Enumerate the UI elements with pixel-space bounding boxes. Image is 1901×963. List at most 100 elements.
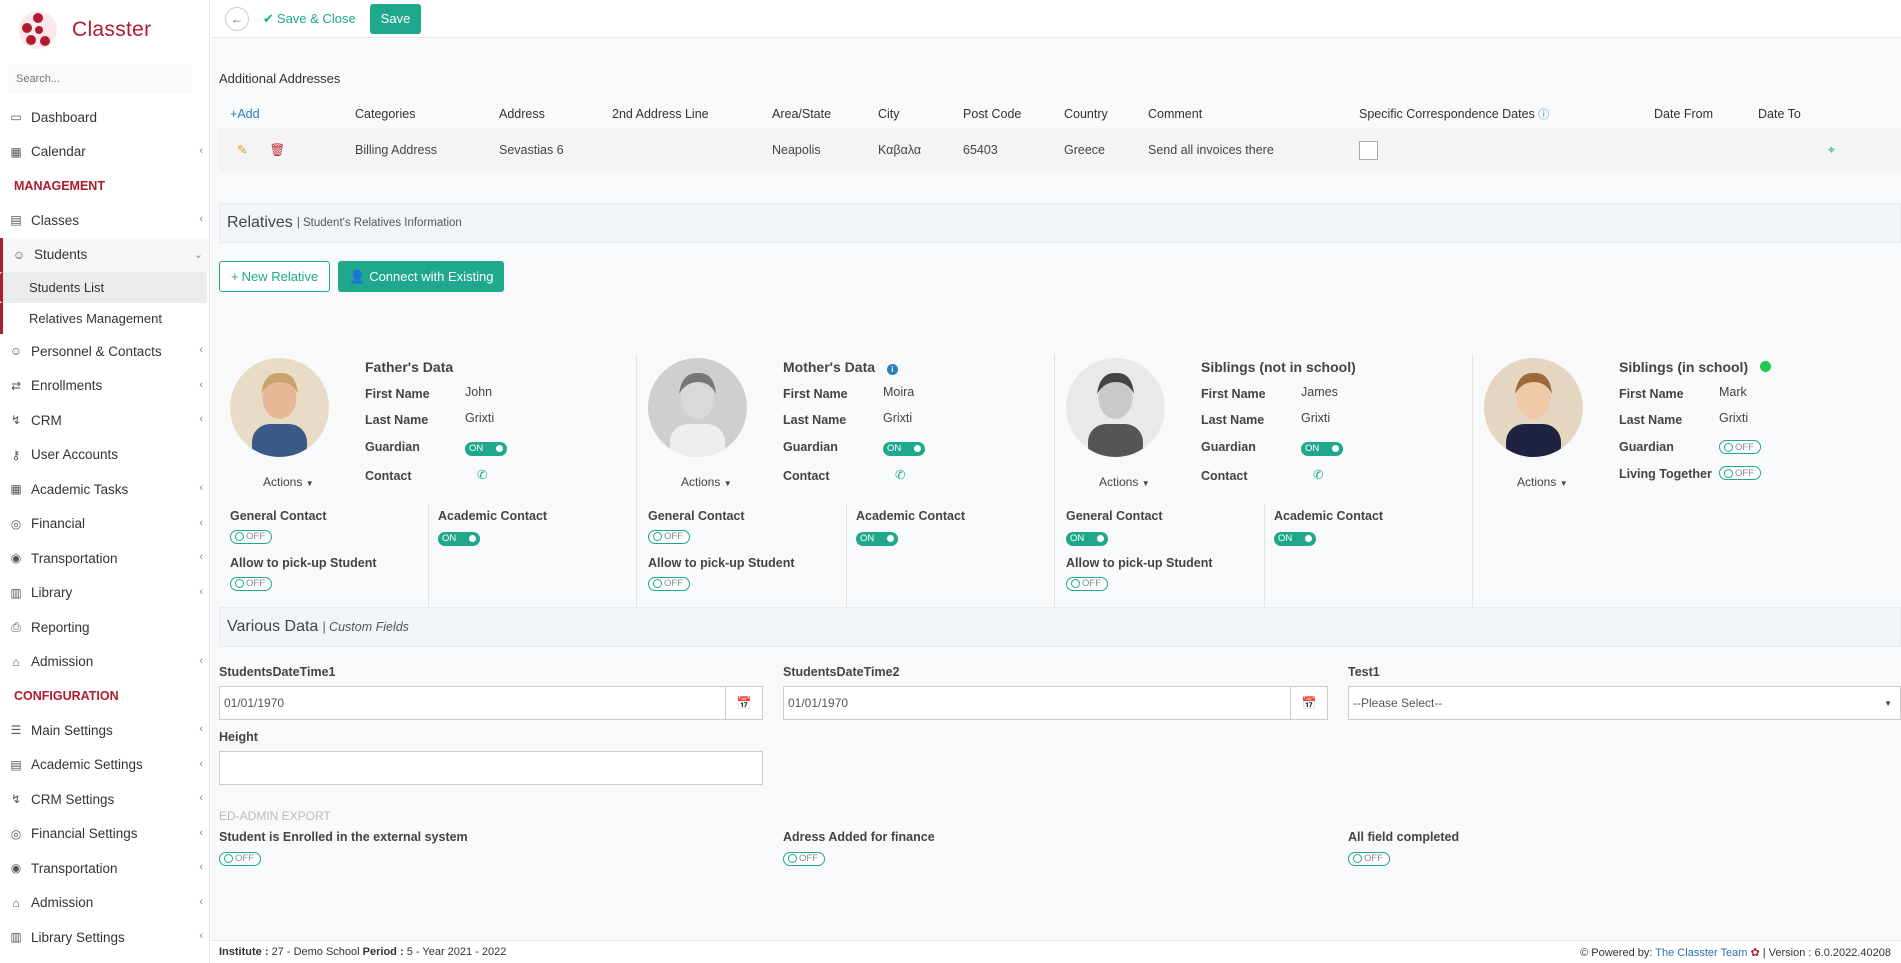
caret-down-icon: ▼ (1884, 699, 1892, 708)
sidebar-item-academic-tasks[interactable]: ▦ Academic Tasks ‹ (0, 472, 209, 507)
academic-contact-toggle[interactable]: ON (1274, 531, 1316, 546)
sidebar-item-financial[interactable]: ◎ Financial ‹ (0, 507, 209, 542)
sidebar-item-academic-settings[interactable]: ▤ Academic Settings ‹ (0, 748, 209, 783)
classter-team-link[interactable]: The Classter Team (1655, 947, 1747, 959)
pickup-toggle[interactable]: OFF (1066, 576, 1108, 591)
sidebar-item-user-accounts[interactable]: ⚷ User Accounts (0, 438, 209, 473)
academic-contact-toggle-wrap: ON (856, 529, 898, 546)
sidebar-item-calendar[interactable]: ▦ Calendar ‹ (0, 135, 209, 170)
living-together-toggle[interactable]: OFF (1719, 466, 1761, 480)
students-datetime2-input[interactable]: 01/01/1970 📅 (783, 686, 1328, 720)
table-row: ✎ 🗑 Billing Address Sevastias 6 Neapolis … (219, 128, 1901, 172)
actions-dropdown[interactable]: Actions ▼ (681, 475, 732, 489)
sidebar-item-transportation[interactable]: ◉ Transportation ‹ (0, 541, 209, 576)
sidebar-item-main-settings[interactable]: ☰ Main Settings ‹ (0, 713, 209, 748)
calendar-icon[interactable]: 📅 (1290, 687, 1327, 719)
height-input[interactable] (219, 751, 763, 785)
phone-icon[interactable]: ✆ (895, 467, 905, 482)
chevron-left-icon: ‹ (199, 344, 203, 356)
sidebar-item-crm[interactable]: ↯ CRM ‹ (0, 403, 209, 438)
sidebar-item-library[interactable]: ▥ Library ‹ (0, 576, 209, 611)
general-contact-label: General Contact (648, 509, 745, 523)
sidebar-item-transportation[interactable]: ◉ Transportation ‹ (0, 851, 209, 886)
general-contact-toggle[interactable]: ON (1066, 531, 1108, 546)
general-contact-toggle[interactable]: OFF (230, 529, 272, 544)
brand[interactable]: Classter (0, 0, 209, 60)
academic-contact-label: Academic Contact (856, 509, 966, 523)
general-contact-toggle[interactable]: OFF (648, 529, 690, 544)
save-button[interactable]: Save (369, 3, 422, 34)
sidebar-item-label: Library Settings (31, 929, 125, 945)
calendar-icon[interactable]: 📅 (725, 687, 762, 719)
academic-contact-toggle[interactable]: ON (856, 531, 898, 546)
col-header: Comment (1148, 107, 1203, 121)
sidebar-item-admission[interactable]: ⌂ Admission ‹ (0, 645, 209, 680)
connect-existing-button[interactable]: 👤 Connect with Existing (338, 261, 505, 292)
relative-avatar[interactable] (1484, 358, 1583, 457)
sidebar-item-label: Academic Tasks (31, 481, 129, 497)
chevron-left-icon: ‹ (199, 792, 203, 804)
add-address-button[interactable]: +Add (230, 107, 260, 121)
academic-contact-toggle[interactable]: ON (438, 531, 480, 546)
students-datetime1-input[interactable]: 01/01/1970 📅 (219, 686, 763, 720)
guardian-toggle[interactable]: ON (1301, 441, 1343, 456)
test1-select[interactable]: --Please Select-- ▼ (1348, 686, 1901, 720)
relative-title: Siblings (in school) (1619, 359, 1772, 375)
sidebar-item-classes[interactable]: ▤ Classes ‹ (0, 203, 209, 238)
test1-label: Test1 (1348, 665, 1380, 679)
back-button[interactable]: ← (225, 6, 249, 31)
last-name-label: Last Name (365, 413, 429, 427)
delete-trash-icon[interactable]: 🗑 (269, 143, 285, 157)
chevron-left-icon: ‹ (199, 482, 203, 494)
relative-avatar[interactable] (230, 358, 329, 457)
sidebar-item-personnel-contacts[interactable]: ☺ Personnel & Contacts ‹ (0, 334, 209, 369)
sidebar-item-financial-settings[interactable]: ◎ Financial Settings ‹ (0, 817, 209, 852)
sidebar-item-crm-settings[interactable]: ↯ CRM Settings ‹ (0, 782, 209, 817)
sidebar-item-admission[interactable]: ⌂ Admission ‹ (0, 886, 209, 921)
monitor-icon: ▭ (10, 110, 22, 125)
last-name-value: Grixti (883, 411, 913, 425)
info-circle-icon[interactable]: i (886, 364, 898, 375)
sidebar-item-students[interactable]: ☺ Students ⌄ (0, 237, 209, 272)
footer: Institute : 27 - Demo School Period : 5 … (211, 940, 1901, 963)
guardian-toggle[interactable]: ON (465, 441, 507, 456)
new-relative-button[interactable]: + New Relative (219, 261, 331, 292)
map-marker-icon[interactable]: ⌖ (1828, 143, 1835, 157)
library-icon: ▥ (10, 585, 22, 600)
sidebar-item-library-settings[interactable]: ▥ Library Settings ‹ (0, 920, 209, 955)
actions-dropdown[interactable]: Actions ▼ (1099, 475, 1150, 489)
phone-icon[interactable]: ✆ (1313, 467, 1323, 482)
sidebar-item-enrollments[interactable]: ⇄ Enrollments ‹ (0, 369, 209, 404)
col-header: Address (499, 107, 545, 121)
export-enrolled-toggle[interactable]: OFF (219, 851, 261, 866)
sidebar-item-dashboard[interactable]: ▭ Dashboard (0, 100, 209, 135)
export-completed-toggle[interactable]: OFF (1348, 851, 1390, 866)
actions-dropdown[interactable]: Actions ▼ (1517, 475, 1568, 489)
pickup-toggle[interactable]: OFF (230, 576, 272, 591)
edit-pencil-icon[interactable]: ✎ (237, 143, 247, 157)
guardian-toggle[interactable]: OFF (1719, 440, 1761, 454)
info-icon[interactable]: ⓘ (1538, 109, 1549, 121)
export-finance-toggle[interactable]: OFF (783, 851, 825, 866)
living-together-toggle-wrap: OFF (1719, 466, 1761, 481)
specific-dates-checkbox[interactable] (1359, 140, 1378, 160)
relative-avatar[interactable] (648, 358, 747, 457)
addresses-table: +Add Categories Address 2nd Address Line… (219, 100, 1901, 172)
relative-avatar[interactable] (1066, 358, 1165, 457)
last-name-value: Grixti (1301, 411, 1331, 425)
cell-country: Greece (1064, 128, 1148, 172)
pickup-toggle-wrap: OFF (230, 576, 272, 591)
sidebar-search-input[interactable] (8, 64, 192, 94)
classes-icon: ▤ (10, 213, 22, 228)
save-close-button[interactable]: ✔ Save & Close (263, 11, 356, 27)
actions-dropdown[interactable]: Actions ▼ (263, 475, 314, 489)
plus-icon: + (231, 269, 239, 284)
phone-icon[interactable]: ✆ (477, 467, 487, 482)
pickup-label: Allow to pick-up Student (648, 556, 795, 570)
sidebar-subitem-relatives-management[interactable]: Relatives Management (0, 303, 209, 334)
sidebar-nav: ▭ Dashboard ▦ Calendar ‹ MANAGEMENT ▤ Classe… (0, 100, 209, 955)
sidebar-subitem-students-list[interactable]: Students List (0, 272, 207, 303)
guardian-toggle[interactable]: ON (883, 441, 925, 456)
pickup-toggle[interactable]: OFF (648, 576, 690, 591)
sidebar-item-reporting[interactable]: ⎙ Reporting (0, 610, 209, 645)
